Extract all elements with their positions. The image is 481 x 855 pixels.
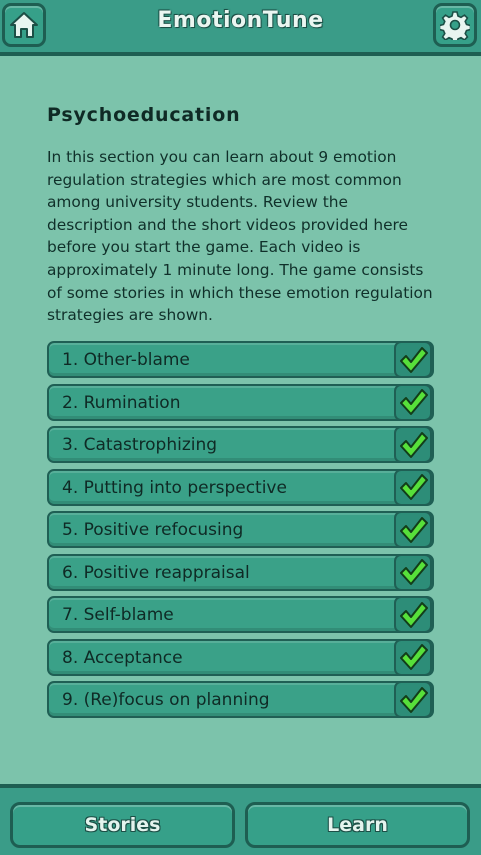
intro-line: approximately 1 minute long. The game co…	[47, 260, 424, 279]
completed-checkbox	[394, 426, 432, 463]
checkmark-icon	[400, 389, 428, 415]
stories-button[interactable]: Stories	[10, 802, 235, 848]
strategy-label: 1. Other-blame	[62, 350, 190, 370]
checkmark-icon	[400, 346, 428, 373]
checkmark-icon	[400, 559, 428, 585]
strategy-item[interactable]: 7. Self-blame	[47, 596, 434, 633]
strategy-label: 7. Self-blame	[62, 605, 174, 625]
strategy-label: 4. Putting into perspective	[62, 477, 287, 498]
intro-line: before you start the game. Each video is	[47, 238, 361, 257]
completed-checkbox	[394, 468, 432, 506]
gear-icon	[440, 11, 470, 40]
strategy-item[interactable]: 9. (Re)focus on planning	[47, 681, 434, 718]
checkmark-icon	[400, 516, 428, 543]
section-title: Psychoeducation	[47, 104, 241, 126]
strategy-item[interactable]: 5. Positive refocusing	[47, 511, 434, 548]
intro-line: In this section you can learn about 9 em…	[47, 148, 397, 166]
checkmark-icon	[400, 644, 428, 670]
checkmark-icon	[400, 686, 428, 713]
completed-checkbox	[394, 553, 432, 591]
intro-line: description and the short videos provide…	[47, 215, 408, 234]
strategy-label: 9. (Re)focus on planning	[62, 690, 270, 710]
app-header: EmotionTune	[0, 0, 481, 56]
intro-line: regulation strategies which are most com…	[47, 170, 402, 189]
app-title: EmotionTune	[157, 8, 324, 33]
completed-checkbox	[394, 638, 432, 676]
settings-button[interactable]	[433, 3, 477, 47]
strategy-item[interactable]: 6. Positive reappraisal	[47, 553, 434, 591]
completed-checkbox	[394, 596, 432, 633]
checkmark-icon	[400, 474, 428, 500]
completed-checkbox	[394, 341, 432, 378]
intro-text: In this section you can learn about 9 em…	[47, 146, 439, 327]
strategy-label: 5. Positive refocusing	[62, 520, 244, 540]
strategy-label: 8. Acceptance	[62, 647, 183, 668]
strategy-item[interactable]: 1. Other-blame	[47, 341, 434, 378]
strategy-list: 1. Other-blame 2. Rumination 3. Catastroph…	[47, 341, 434, 724]
completed-checkbox	[394, 383, 432, 421]
intro-line: among university students. Review the	[47, 193, 348, 212]
strategy-label: 6. Positive reappraisal	[62, 562, 250, 583]
strategy-item[interactable]: 8. Acceptance	[47, 638, 434, 676]
intro-line: strategies are shown.	[47, 306, 213, 325]
strategy-item[interactable]: 4. Putting into perspective	[47, 468, 434, 506]
checkmark-icon	[400, 431, 428, 458]
completed-checkbox	[394, 681, 432, 718]
checkmark-icon	[400, 601, 428, 628]
intro-line: of some stories in which these emotion r…	[47, 283, 433, 302]
strategy-item[interactable]: 2. Rumination	[47, 383, 434, 421]
strategy-label: 2. Rumination	[62, 392, 181, 413]
strategy-item[interactable]: 3. Catastrophizing	[47, 426, 434, 463]
bottom-nav: Stories Learn	[0, 784, 481, 855]
completed-checkbox	[394, 511, 432, 548]
strategy-label: 3. Catastrophizing	[62, 435, 218, 455]
learn-button[interactable]: Learn	[245, 802, 470, 848]
